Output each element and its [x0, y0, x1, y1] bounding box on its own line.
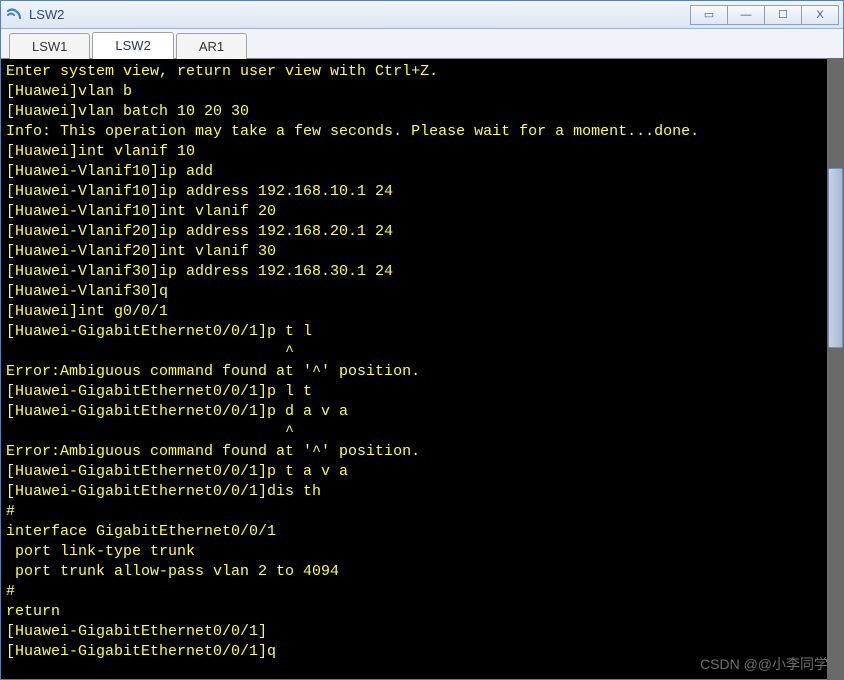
app-window: LSW2 ▭ — ☐ X LSW1 LSW2 AR1 Enter system …	[0, 0, 844, 680]
terminal-output[interactable]: Enter system view, return user view with…	[1, 59, 843, 679]
extra-button[interactable]: ▭	[690, 5, 728, 25]
vertical-scrollbar[interactable]	[827, 58, 844, 680]
titlebar[interactable]: LSW2 ▭ — ☐ X	[1, 1, 843, 29]
tab-lsw1[interactable]: LSW1	[9, 33, 90, 59]
app-icon	[5, 6, 23, 24]
tab-ar1[interactable]: AR1	[176, 33, 247, 59]
tab-bar: LSW1 LSW2 AR1	[1, 29, 843, 59]
close-button[interactable]: X	[801, 5, 839, 25]
window-controls: ▭ — ☐ X	[691, 5, 839, 25]
maximize-button[interactable]: ☐	[764, 5, 802, 25]
tab-lsw2[interactable]: LSW2	[92, 32, 173, 59]
minimize-button[interactable]: —	[727, 5, 765, 25]
scrollbar-thumb[interactable]	[828, 168, 843, 348]
window-title: LSW2	[29, 7, 691, 22]
